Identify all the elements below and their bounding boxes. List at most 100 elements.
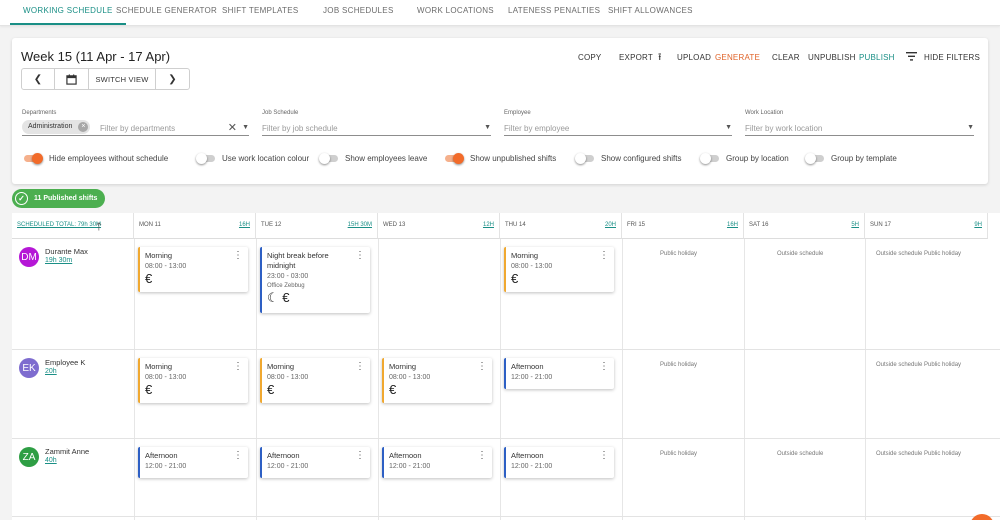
more-options-icon[interactable]: ⋮ <box>599 451 609 461</box>
toggle-switch[interactable] <box>444 152 464 164</box>
euro-icon: € <box>145 382 153 397</box>
more-options-icon[interactable]: ⋮ <box>477 451 487 461</box>
week-title: Week 15 (11 Apr - 17 Apr) <box>21 49 171 64</box>
shift-card[interactable]: Afternoon 12:00 - 21:00 ⋮ <box>260 447 370 478</box>
employee-hours[interactable]: 40h <box>45 457 57 464</box>
scheduled-total[interactable]: SCHEDULED TOTAL: 79h 30M <box>17 222 101 228</box>
toggle-show-employees-leave[interactable]: Show employees leave <box>319 151 427 165</box>
day-total[interactable]: 9H <box>974 222 982 228</box>
tab-shift-allowances[interactable]: SHIFT ALLOWANCES <box>608 0 693 25</box>
top-tabs: WORKING SCHEDULE SCHEDULE GENERATOR SHIF… <box>0 0 1000 26</box>
dropdown-caret-icon[interactable]: ▼ <box>484 124 491 131</box>
toggle-show-configured-shifts[interactable]: Show configured shifts <box>575 151 682 165</box>
day-header-fri: FRI 15 16H <box>622 213 744 239</box>
shift-card[interactable]: Morning 08:00 - 13:00 € ⋮ <box>260 358 370 403</box>
shift-card[interactable]: Morning 08:00 - 13:00 € ⋮ <box>138 358 248 403</box>
employee-hours[interactable]: 20h <box>45 368 57 375</box>
toggle-switch[interactable] <box>23 152 43 164</box>
more-options-icon[interactable]: ⋮ <box>233 451 243 461</box>
tab-shift-templates[interactable]: SHIFT TEMPLATES <box>222 0 299 25</box>
next-week-button[interactable]: ❯ <box>156 69 189 89</box>
day-total[interactable]: 15H 30M <box>348 222 372 228</box>
more-options-icon[interactable]: ⋮ <box>355 251 365 261</box>
copy-button[interactable]: COPY <box>578 53 601 62</box>
shift-name: Afternoon <box>511 451 544 460</box>
upload-button[interactable]: UPLOAD <box>677 53 711 62</box>
day-total[interactable]: 16H <box>239 222 250 228</box>
published-shifts-badge[interactable]: ✓ 11 Published shifts <box>12 189 106 208</box>
more-options-icon[interactable]: ⋮ <box>355 362 365 372</box>
toggle-switch[interactable] <box>805 152 825 164</box>
toggle-switch[interactable] <box>575 152 595 164</box>
more-options-icon[interactable]: ⋮ <box>355 451 365 461</box>
day-name: SAT 16 <box>749 222 769 228</box>
employee-hours[interactable]: 19h 30m <box>45 257 72 264</box>
publish-button[interactable]: PUBLISH <box>859 53 895 62</box>
chip-remove-icon[interactable]: × <box>78 122 89 132</box>
dropdown-caret-icon[interactable]: ▼ <box>242 124 249 131</box>
shift-card[interactable]: Afternoon 12:00 - 21:00 ⋮ <box>504 358 614 389</box>
toggle-hide-employees-without-schedule[interactable]: Hide employees without schedule <box>23 151 168 165</box>
generate-button[interactable]: GENERATE <box>715 53 760 62</box>
shift-card[interactable]: Morning 08:00 - 13:00 € ⋮ <box>382 358 492 403</box>
more-options-icon[interactable]: ⋮ <box>233 362 243 372</box>
clear-icon[interactable]: ✕ <box>228 121 237 134</box>
filter-lines-icon <box>906 52 917 63</box>
toggle-group-by-template[interactable]: Group by template <box>805 151 897 165</box>
switch-view-button[interactable]: SWITCH VIEW <box>89 69 156 89</box>
prev-week-button[interactable]: ❮ <box>22 69 55 89</box>
toggle-label: Use work location colour <box>222 153 310 163</box>
employee-name[interactable]: Zammit Anne <box>45 447 89 456</box>
more-options-icon[interactable]: ⋮ <box>599 362 609 372</box>
euro-icon: € <box>145 271 153 286</box>
department-chip-label: Administration <box>28 123 73 130</box>
dropdown-caret-icon[interactable]: ▼ <box>967 124 974 131</box>
more-options-icon[interactable]: ⋮ <box>477 362 487 372</box>
shift-card[interactable]: Afternoon 12:00 - 21:00 ⋮ <box>504 447 614 478</box>
more-options-icon[interactable]: ⋮ <box>233 251 243 261</box>
dropdown-caret-icon[interactable]: ▼ <box>725 124 732 131</box>
day-total[interactable]: 20H <box>605 222 616 228</box>
day-total[interactable]: 5H <box>851 222 859 228</box>
work-location-filter[interactable]: Work Location Filter by work location ▼ <box>745 110 974 136</box>
tab-schedule-generator[interactable]: SCHEDULE GENERATOR <box>116 0 217 25</box>
shift-time: 12:00 - 21:00 <box>511 374 553 381</box>
tab-lateness-penalties[interactable]: LATENESS PENALTIES <box>508 0 600 25</box>
shift-card[interactable]: Morning 08:00 - 13:00 € ⋮ <box>138 247 248 292</box>
employee-filter[interactable]: Employee Filter by employee ▼ <box>504 110 732 136</box>
day-total[interactable]: 16H <box>727 222 738 228</box>
departments-filter[interactable]: Departments Administration × Filter by d… <box>22 110 249 136</box>
shift-card[interactable]: Afternoon 12:00 - 21:00 ⋮ <box>382 447 492 478</box>
shift-card[interactable]: Morning 08:00 - 13:00 € ⋮ <box>504 247 614 292</box>
job-schedule-label: Job Schedule <box>262 110 299 116</box>
shift-card[interactable]: Night break before midnight 23:00 - 03:0… <box>260 247 370 313</box>
calendar-button[interactable] <box>55 69 89 89</box>
department-chip[interactable]: Administration × <box>22 120 91 134</box>
employee-name[interactable]: Employee K <box>45 358 85 367</box>
toggle-switch[interactable] <box>319 152 339 164</box>
hide-filters-button[interactable]: HIDE FILTERS <box>924 53 980 62</box>
shift-time: 12:00 - 21:00 <box>389 463 431 470</box>
toggle-group-by-location[interactable]: Group by location <box>700 151 789 165</box>
toggle-switch[interactable] <box>196 152 216 164</box>
day-name: WED 13 <box>383 222 406 228</box>
day-total[interactable]: 12H <box>483 222 494 228</box>
sort-arrow-up-icon[interactable]: 🡑 <box>96 218 102 237</box>
employee-name[interactable]: Durante Max <box>45 247 88 256</box>
export-button[interactable]: EXPORT <box>619 53 653 62</box>
outside-schedule-holiday-note: Outside schedule Public holiday <box>876 251 962 257</box>
job-schedule-filter[interactable]: Job Schedule Filter by job schedule ▼ <box>262 110 491 136</box>
scheduled-total-header[interactable]: SCHEDULED TOTAL: 79h 30M 🡑 <box>12 213 134 239</box>
toggle-show-unpublished-shifts[interactable]: Show unpublished shifts <box>444 151 556 165</box>
day-name: THU 14 <box>505 222 526 228</box>
unpublish-button[interactable]: UNPUBLISH <box>808 53 856 62</box>
toggle-use-work-location-colour[interactable]: Use work location colour <box>196 151 309 165</box>
toggle-switch[interactable] <box>700 152 720 164</box>
tab-job-schedules[interactable]: JOB SCHEDULES <box>323 0 394 25</box>
shift-name: Morning <box>389 362 417 371</box>
tab-work-locations[interactable]: WORK LOCATIONS <box>417 0 494 25</box>
more-options-icon[interactable]: ⋮ <box>599 251 609 261</box>
clear-button[interactable]: CLEAR <box>772 53 800 62</box>
tab-working-schedule[interactable]: WORKING SCHEDULE <box>10 0 126 25</box>
shift-card[interactable]: Afternoon 12:00 - 21:00 ⋮ <box>138 447 248 478</box>
